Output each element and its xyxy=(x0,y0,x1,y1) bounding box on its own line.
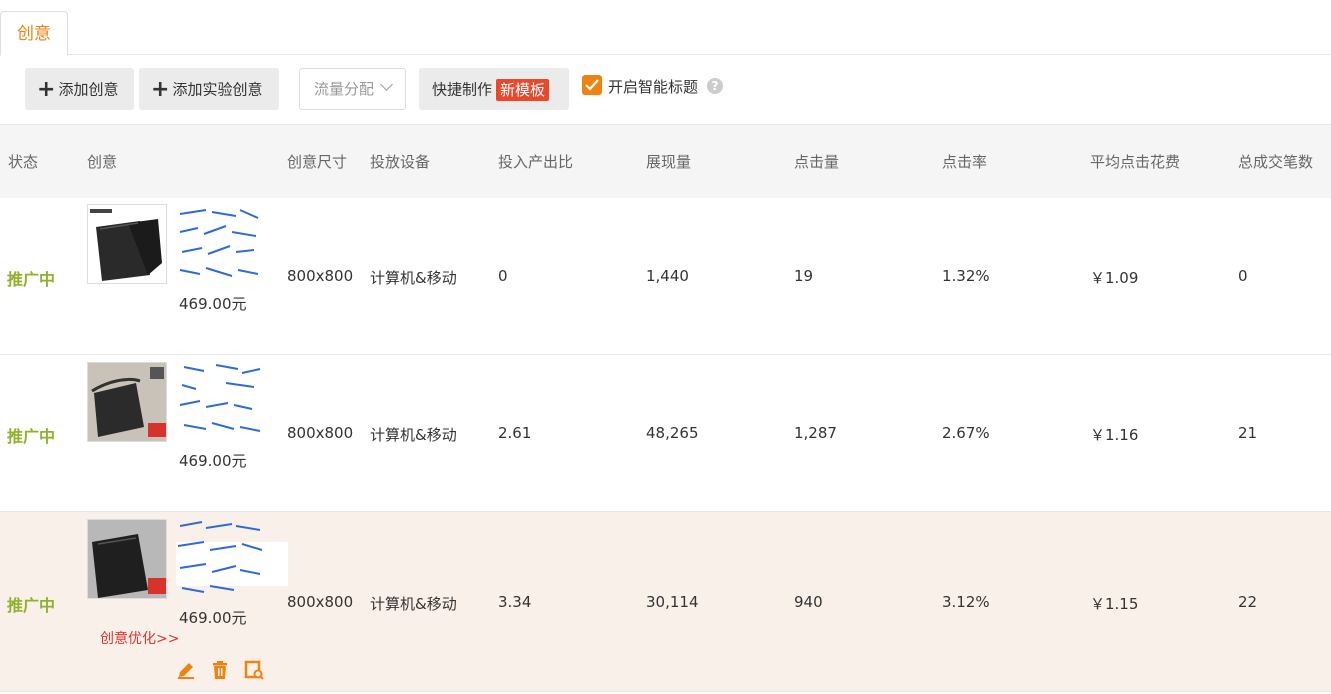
clicks-value: 1,287 xyxy=(794,424,837,442)
header-size: 创意尺寸 xyxy=(287,153,348,171)
clicks-value: 940 xyxy=(794,593,823,611)
orders-value: 21 xyxy=(1238,424,1258,442)
quick-make-label: 快捷制作 xyxy=(432,80,493,99)
header-status: 状态 xyxy=(8,153,39,171)
table-row: 推广中 469.00元 800x800 计算机&移动 0 1,440 19 1.… xyxy=(0,198,1331,355)
cpc-value: ￥1.09 xyxy=(1090,269,1139,287)
traffic-allocation-dropdown[interactable]: 流量分配 xyxy=(299,68,406,110)
redacted-title-scribble xyxy=(176,521,288,593)
help-icon[interactable]: ? xyxy=(707,78,723,94)
table-header: 状态 创意 创意尺寸 投放设备 投入产出比 展现量 点击量 点击率 平均点击花费… xyxy=(0,124,1331,198)
table-row: 推广中 469.00元 创意优化>> 800x800 计算机&移动 3.34 3… xyxy=(0,512,1331,692)
creative-price: 469.00元 xyxy=(179,452,247,470)
redacted-title-scribble xyxy=(179,364,261,432)
plus-icon: + xyxy=(37,76,56,102)
header-cpc[interactable]: 平均点击花费 xyxy=(1090,125,1180,199)
checkmark-icon xyxy=(585,79,599,91)
creative-price: 469.00元 xyxy=(179,609,247,627)
header-creative: 创意 xyxy=(87,153,118,171)
creative-size: 800x800 xyxy=(287,267,354,285)
clicks-value: 19 xyxy=(794,267,814,285)
creative-price: 469.00元 xyxy=(179,295,247,313)
orders-value: 22 xyxy=(1238,593,1258,611)
add-creative-label: 添加创意 xyxy=(58,80,119,99)
device: 计算机&移动 xyxy=(370,595,457,613)
header-ctr[interactable]: 点击率 xyxy=(942,125,987,199)
cpc-value: ￥1.15 xyxy=(1090,595,1139,613)
impressions-value: 1,440 xyxy=(646,267,689,285)
header-roi[interactable]: 投入产出比 xyxy=(498,125,573,199)
creative-thumbnail[interactable] xyxy=(87,362,167,442)
ctr-value: 1.32% xyxy=(942,267,990,285)
device: 计算机&移动 xyxy=(370,426,457,444)
creative-thumbnail[interactable] xyxy=(87,204,167,284)
creative-optimize-link[interactable]: 创意优化>> xyxy=(100,628,179,648)
cpc-value: ￥1.16 xyxy=(1090,426,1139,444)
header-orders[interactable]: 总成交笔数 xyxy=(1238,125,1313,199)
orders-value: 0 xyxy=(1238,267,1248,285)
status-label: 推广中 xyxy=(7,270,56,289)
row-actions xyxy=(176,660,273,680)
status-label: 推广中 xyxy=(7,596,56,615)
impressions-value: 30,114 xyxy=(646,593,699,611)
quick-make-button[interactable]: 快捷制作 新模板 xyxy=(419,68,569,110)
bag-image-icon xyxy=(88,520,166,598)
preview-icon[interactable] xyxy=(244,660,264,680)
redacted-title-scribble xyxy=(179,209,259,277)
impressions-value: 48,265 xyxy=(646,424,699,442)
creative-size: 800x800 xyxy=(287,424,354,442)
smart-title-label[interactable]: 开启智能标题 xyxy=(608,76,698,97)
roi-value: 2.61 xyxy=(498,424,532,442)
tab-creative[interactable]: 创意 xyxy=(0,11,68,56)
status-label: 推广中 xyxy=(7,427,56,446)
delete-icon[interactable] xyxy=(210,660,230,680)
smart-title-checkbox[interactable] xyxy=(582,75,602,95)
add-experiment-creative-button[interactable]: + 添加实验创意 xyxy=(139,68,279,110)
edit-icon[interactable] xyxy=(176,660,196,680)
traffic-allocation-label: 流量分配 xyxy=(314,80,375,98)
add-experiment-label: 添加实验创意 xyxy=(172,80,263,99)
creative-size: 800x800 xyxy=(287,593,354,611)
creative-thumbnail[interactable] xyxy=(87,519,167,599)
bag-image-icon xyxy=(88,363,166,441)
header-device: 投放设备 xyxy=(370,153,431,171)
new-template-badge: 新模板 xyxy=(496,78,550,101)
roi-value: 3.34 xyxy=(498,593,532,611)
table-row: 推广中 469.00元 800x800 计算机&移动 2.61 48,265 1… xyxy=(0,355,1331,512)
header-clicks[interactable]: 点击量 xyxy=(794,125,839,199)
add-creative-button[interactable]: + 添加创意 xyxy=(25,68,134,110)
chevron-down-icon xyxy=(380,78,393,91)
tab-bar: 创意 xyxy=(0,0,1331,56)
ctr-value: 3.12% xyxy=(942,593,990,611)
plus-icon: + xyxy=(151,76,170,102)
device: 计算机&移动 xyxy=(370,269,457,287)
ctr-value: 2.67% xyxy=(942,424,990,442)
bag-image-icon xyxy=(88,205,166,283)
header-impressions[interactable]: 展现量 xyxy=(646,125,691,199)
roi-value: 0 xyxy=(498,267,508,285)
